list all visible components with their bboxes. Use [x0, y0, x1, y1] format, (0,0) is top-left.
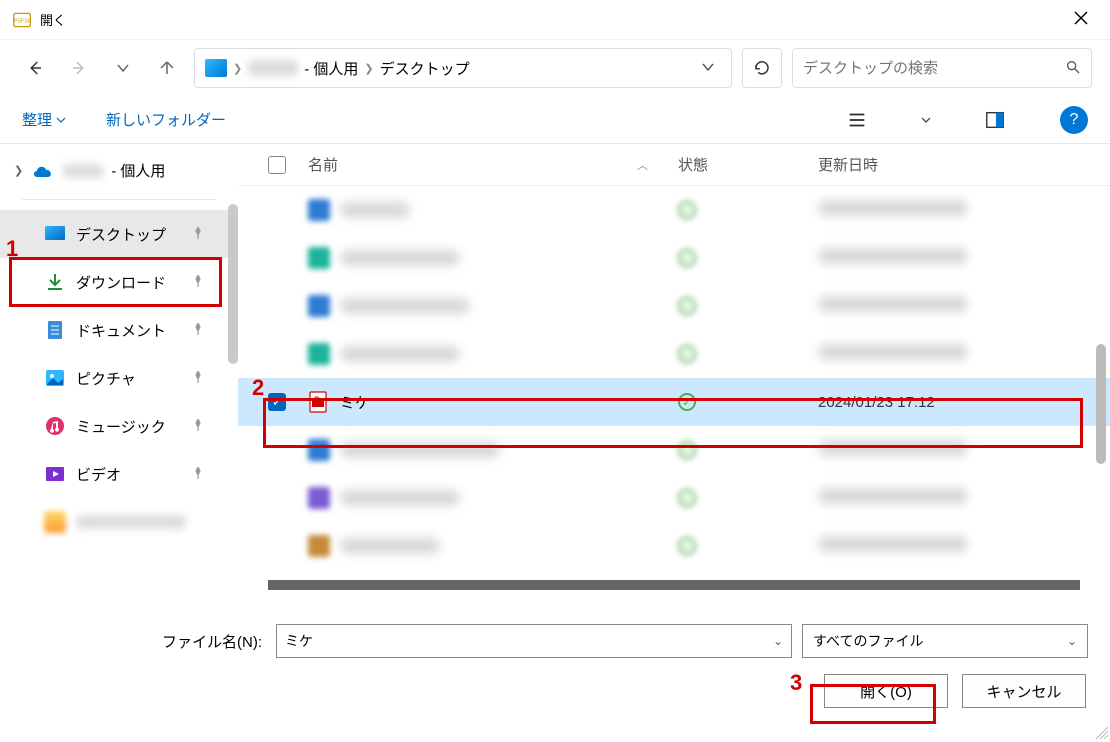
back-button[interactable] — [18, 51, 52, 85]
sort-indicator: ︿ — [637, 157, 648, 173]
cloud-icon — [31, 163, 55, 179]
vertical-scrollbar[interactable] — [1096, 344, 1106, 464]
col-date-header[interactable]: 更新日時 — [818, 154, 1110, 175]
select-all-checkbox[interactable] — [268, 156, 286, 174]
file-row-blurred[interactable]: ✓ — [238, 330, 1110, 378]
col-name-header[interactable]: 名前 ︿ — [308, 154, 678, 175]
annotation-number-3: 3 — [790, 670, 802, 696]
file-row-blurred[interactable]: ✓ — [238, 234, 1110, 282]
music-icon — [44, 415, 66, 437]
chevron-right-icon: ❯ — [364, 62, 373, 75]
annotation-box-2 — [263, 398, 1083, 448]
breadcrumb-dropdown[interactable] — [691, 60, 725, 77]
file-row-blurred[interactable]: ✓ — [238, 522, 1110, 570]
help-button[interactable]: ? — [1060, 106, 1088, 134]
pin-icon — [192, 323, 204, 338]
cancel-button[interactable]: キャンセル — [962, 674, 1086, 708]
sidebar: ❯ - 個人用 デスクトップ ダウンロード — [0, 144, 238, 604]
sidebar-label: ドキュメント — [76, 320, 166, 341]
organize-menu[interactable]: 整理 — [22, 109, 66, 130]
window-title: 開く — [40, 10, 66, 29]
search-box[interactable] — [792, 48, 1092, 88]
chevron-down-icon: ⌄ — [773, 634, 783, 648]
breadcrumb[interactable]: ❯ - 個人用 ❯ デスクトップ — [194, 48, 732, 88]
file-row-blurred[interactable]: ✓ — [238, 186, 1110, 234]
sidebar-personal-label: - 個人用 — [111, 160, 165, 181]
file-row-blurred[interactable]: ✓ — [238, 474, 1110, 522]
annotation-number-2: 2 — [252, 375, 264, 401]
sidebar-item-music[interactable]: ミュージック — [0, 402, 238, 450]
filename-row: ファイル名(N): ミケ ⌄ すべてのファイル ⌄ — [22, 624, 1088, 658]
sidebar-item-videos[interactable]: ビデオ — [0, 450, 238, 498]
pin-icon — [192, 467, 204, 482]
document-icon — [44, 319, 66, 341]
sidebar-onedrive[interactable]: ❯ - 個人用 — [0, 152, 238, 189]
file-list: ✓ ✓ ✓ ✓ ✓ ミケ ✓ 2024/01/23 17:12 ✓ ✓ ✓ — [238, 186, 1110, 570]
close-button[interactable] — [1064, 5, 1098, 34]
file-panel: 名前 ︿ 状態 更新日時 ✓ ✓ ✓ ✓ ✓ ミケ ✓ 2024/01/23 1… — [238, 144, 1110, 604]
body: ❯ - 個人用 デスクトップ ダウンロード — [0, 144, 1110, 604]
sidebar-scrollbar[interactable] — [228, 204, 238, 364]
sidebar-label: デスクトップ — [76, 224, 166, 245]
filename-value: ミケ — [285, 631, 313, 651]
breadcrumb-desktop[interactable]: デスクトップ — [380, 58, 470, 79]
blurred-label — [76, 515, 186, 529]
sidebar-label: ピクチャ — [76, 368, 136, 389]
breadcrumb-personal[interactable]: - 個人用 — [304, 58, 358, 79]
divider — [22, 199, 216, 200]
up-button[interactable] — [150, 51, 184, 85]
resize-grip[interactable] — [1092, 723, 1108, 739]
col-status-header[interactable]: 状態 — [678, 154, 818, 175]
toolbar: 整理 新しいフォルダー ? — [0, 96, 1110, 144]
filetype-filter[interactable]: すべてのファイル ⌄ — [802, 624, 1088, 658]
annotation-box-1 — [9, 257, 222, 307]
pin-icon — [192, 419, 204, 434]
pin-icon — [192, 371, 204, 386]
svg-text:PDF24: PDF24 — [14, 18, 30, 24]
pin-icon — [192, 227, 204, 242]
view-list-button[interactable] — [842, 105, 872, 135]
sidebar-item-pictures[interactable]: ピクチャ — [0, 354, 238, 402]
recent-dropdown[interactable] — [106, 51, 140, 85]
search-icon — [1065, 59, 1081, 78]
refresh-button[interactable] — [742, 48, 782, 88]
file-row-blurred[interactable]: ✓ — [238, 282, 1110, 330]
breadcrumb-user-blurred — [248, 60, 298, 76]
sidebar-item-documents[interactable]: ドキュメント — [0, 306, 238, 354]
pictures-icon — [44, 367, 66, 389]
chevron-right-icon: ❯ — [233, 62, 242, 75]
sidebar-item-blurred[interactable] — [0, 498, 238, 546]
filename-field[interactable]: ミケ ⌄ — [276, 624, 792, 658]
filter-value: すべてのファイル — [813, 631, 923, 651]
annotation-box-3 — [810, 684, 936, 724]
desktop-icon — [44, 223, 66, 245]
horizontal-scrollbar[interactable] — [268, 580, 1080, 590]
column-headers: 名前 ︿ 状態 更新日時 — [238, 144, 1110, 186]
chevron-down-icon: ⌄ — [1067, 634, 1077, 648]
disclose-icon[interactable]: ❯ — [14, 164, 23, 177]
filename-label: ファイル名(N): — [162, 631, 262, 652]
sidebar-user-blurred — [63, 164, 103, 178]
folder-icon — [205, 59, 227, 77]
annotation-number-1: 1 — [6, 236, 18, 262]
footer: ファイル名(N): ミケ ⌄ すべてのファイル ⌄ 開く(O) キャンセル — [0, 604, 1110, 724]
titlebar: PDF24 開く — [0, 0, 1110, 40]
forward-button[interactable] — [62, 51, 96, 85]
sidebar-item-desktop[interactable]: デスクトップ — [0, 210, 238, 258]
sidebar-label: ビデオ — [76, 464, 121, 485]
video-icon — [44, 463, 66, 485]
view-dropdown[interactable] — [918, 105, 934, 135]
new-folder-button[interactable]: 新しいフォルダー — [106, 109, 226, 130]
app-icon: PDF24 — [12, 10, 32, 30]
sidebar-label: ミュージック — [76, 416, 166, 437]
nav-row: ❯ - 個人用 ❯ デスクトップ — [0, 40, 1110, 96]
search-input[interactable] — [803, 60, 1065, 77]
blurred-icon — [44, 511, 66, 533]
preview-pane-button[interactable] — [980, 105, 1010, 135]
